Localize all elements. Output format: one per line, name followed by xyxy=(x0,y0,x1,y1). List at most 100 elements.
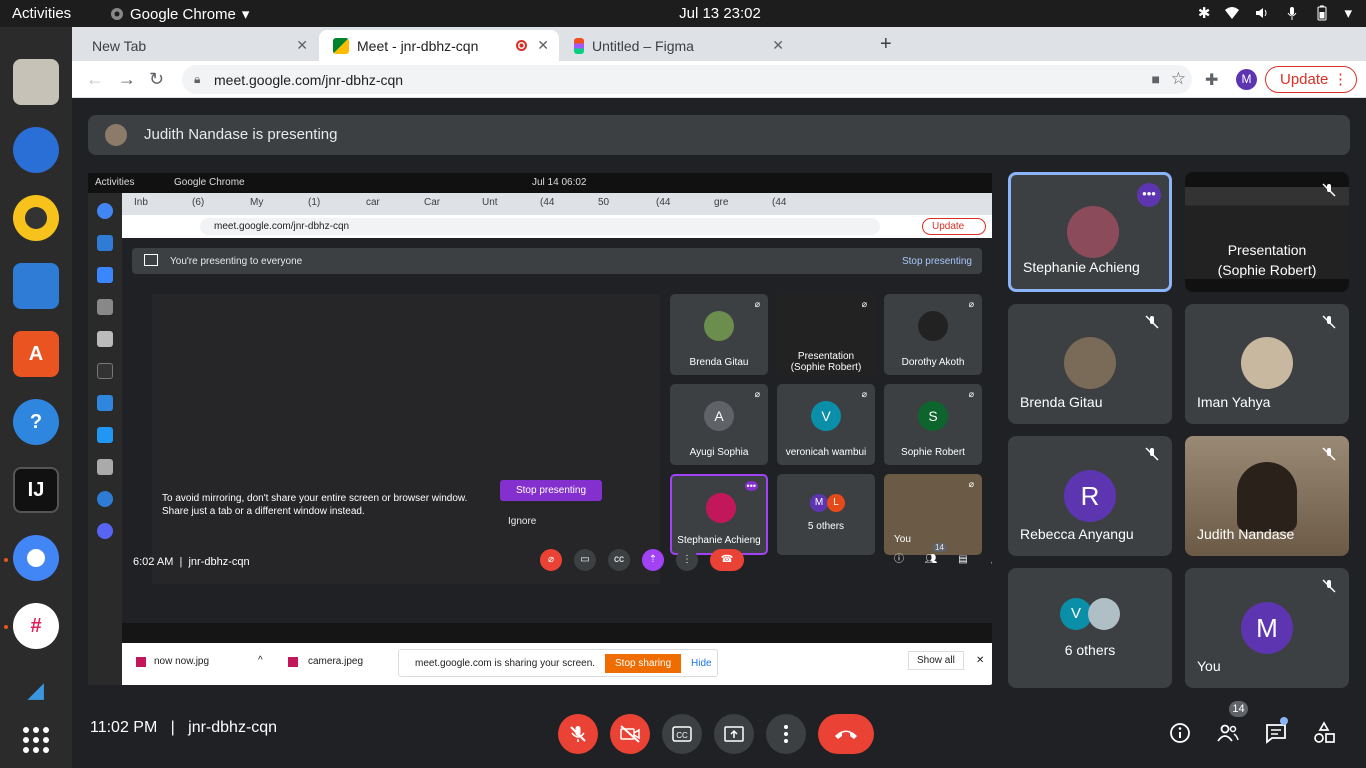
participant-tile[interactable]: M You xyxy=(1185,568,1349,688)
shared-tile: ⌀ Presentation (Sophie Robert) xyxy=(777,294,875,375)
extension-tray-icon[interactable]: ✱ xyxy=(1198,4,1211,22)
close-icon[interactable]: ✕ xyxy=(296,37,308,54)
shared-tile: ⌀ Brenda Gitau xyxy=(670,294,768,375)
star-icon[interactable]: ☆ xyxy=(1171,69,1186,89)
writer-icon[interactable] xyxy=(13,263,59,309)
participant-tile[interactable]: Iman Yahya xyxy=(1185,304,1349,424)
shared-tab: car xyxy=(366,197,380,208)
software-icon[interactable]: A xyxy=(13,331,59,377)
profile-avatar[interactable]: M xyxy=(1236,69,1257,90)
present-now-button[interactable] xyxy=(714,714,754,754)
shared-address-bar: meet.google.com/jnr-dbhz-cqn xyxy=(200,218,880,235)
participant-tile[interactable]: Presentation (Sophie Robert) xyxy=(1185,172,1349,292)
shared-tab: Inb xyxy=(134,197,148,208)
close-icon[interactable]: ✕ xyxy=(772,37,784,54)
meet-page: Judith Nandase is presenting Activities … xyxy=(72,99,1366,768)
more-options-button[interactable] xyxy=(766,714,806,754)
tab-meet[interactable]: Meet - jnr-dbhz-cqn ✕ xyxy=(319,30,559,61)
mic-off-icon: ⌀ xyxy=(754,389,760,399)
activities-button[interactable]: Activities xyxy=(12,5,71,22)
address-bar[interactable]: 🔒︎ meet.google.com/jnr-dbhz-cqn ■ ☆ xyxy=(182,65,1192,94)
shared-toolbar: meet.google.com/jnr-dbhz-cqn Update xyxy=(122,215,992,238)
camera-toggle-button[interactable] xyxy=(610,714,650,754)
new-tab-button[interactable]: + xyxy=(880,33,892,56)
shared-tab: (6) xyxy=(192,197,205,208)
shared-dock-icon xyxy=(97,235,113,251)
mirror-warning-line: To avoid mirroring, don't share your ent… xyxy=(162,493,468,504)
url-text: meet.google.com/jnr-dbhz-cqn xyxy=(214,72,404,88)
participant-tile[interactable]: Judith Nandase xyxy=(1185,436,1349,556)
activities-icon[interactable] xyxy=(1312,721,1336,745)
lock-icon: 🔒︎ xyxy=(194,72,201,86)
clock[interactable]: Jul 13 23:02 xyxy=(679,5,761,22)
chevron-up-icon: ^ xyxy=(258,655,263,666)
reload-icon[interactable]: ↻ xyxy=(149,69,164,90)
people-icon[interactable] xyxy=(1216,721,1240,745)
show-all-button: Show all xyxy=(908,651,964,670)
participant-tile[interactable]: V 6 others xyxy=(1008,568,1172,688)
shared-ignore-button: Ignore xyxy=(508,516,537,527)
tab-figma[interactable]: Untitled – Figma ✕ xyxy=(560,30,794,61)
app-menu[interactable]: Google Chrome ▾ xyxy=(110,5,249,23)
microphone-toggle-button[interactable] xyxy=(558,714,598,754)
tab-new-tab[interactable]: New Tab ✕ xyxy=(72,30,318,61)
system-tray[interactable]: ✱ ▾ xyxy=(1198,4,1352,22)
leave-call-button[interactable] xyxy=(818,714,874,754)
participant-tile[interactable]: Brenda Gitau xyxy=(1008,304,1172,424)
shared-tab: 50 xyxy=(598,197,610,208)
more-vert-icon xyxy=(784,725,788,743)
chat-notification-dot xyxy=(1280,717,1288,725)
shared-tab: (44 xyxy=(772,197,787,208)
extensions-puzzle-icon[interactable]: ✚ xyxy=(1205,70,1218,90)
shared-participant-count: 14 xyxy=(932,543,947,552)
participant-tile[interactable]: ••• Stephanie Achieng xyxy=(1008,172,1172,292)
intellij-icon[interactable]: IJ xyxy=(13,467,59,513)
shared-clock: Jul 14 06:02 xyxy=(532,177,587,188)
slack-icon[interactable]: # xyxy=(13,603,59,649)
app-name: Google Chrome xyxy=(130,5,236,23)
more-vert-icon: ⋮ xyxy=(676,549,698,571)
mic-off-icon: ⌀ xyxy=(540,549,562,571)
rhythmbox-icon[interactable] xyxy=(13,195,59,241)
apps-grid-icon[interactable] xyxy=(13,717,59,763)
shared-tile-name: Brenda Gitau xyxy=(689,357,749,368)
help-icon[interactable]: ? xyxy=(13,399,59,445)
camera-icon[interactable]: ■ xyxy=(1152,71,1160,87)
update-button[interactable]: Update ⋮ xyxy=(1265,66,1357,93)
forward-arrow-icon[interactable]: → xyxy=(118,69,136,90)
shared-tile-avatar: A xyxy=(704,401,734,431)
shared-tile-name: Sophie Robert xyxy=(901,447,965,458)
mic-off-icon xyxy=(1322,183,1336,197)
info-icon[interactable] xyxy=(1168,721,1192,745)
close-icon[interactable]: ✕ xyxy=(537,37,549,54)
files-icon[interactable] xyxy=(13,59,59,105)
shared-tile-avatar xyxy=(706,493,736,523)
chrome-icon[interactable] xyxy=(13,535,59,581)
shared-screen[interactable]: Activities Google Chrome Jul 14 06:02 In… xyxy=(88,173,992,685)
participant-name: Iman Yahya xyxy=(1197,394,1271,410)
participant-avatar: R xyxy=(1064,470,1116,522)
vscode-icon[interactable]: ◢ xyxy=(13,667,59,713)
meeting-controls: 11:02 PM | jnr-dbhz-cqn CC 14 xyxy=(72,701,1366,768)
captions-icon: cc xyxy=(608,549,630,571)
captions-button[interactable]: CC xyxy=(662,714,702,754)
mic-off-icon xyxy=(1322,315,1336,329)
close-icon: ✕ xyxy=(976,655,985,666)
participant-name: Presentation (Sophie Robert) xyxy=(1217,242,1317,278)
shared-stop-presenting-link: Stop presenting xyxy=(901,256,972,267)
thunderbird-icon[interactable] xyxy=(13,127,59,173)
shared-dock-icon xyxy=(97,267,113,283)
shared-meeting-info: 6:02 AM | jnr-dbhz-cqn xyxy=(133,556,250,568)
participant-tile[interactable]: R Rebecca Anyangu xyxy=(1008,436,1172,556)
shared-tile: V ⌀ veronicah wambui xyxy=(777,384,875,465)
svg-text:CC: CC xyxy=(676,731,688,740)
shared-tile-name: Presentation (Sophie Robert) xyxy=(790,351,862,373)
shared-activities: Activities xyxy=(95,177,135,188)
battery-icon xyxy=(1317,5,1327,21)
volume-icon xyxy=(1256,8,1267,18)
shared-tab: My xyxy=(250,197,264,208)
back-arrow-icon[interactable]: ← xyxy=(86,69,104,90)
more-horiz-icon[interactable]: ••• xyxy=(1137,183,1161,207)
mirror-warning: To avoid mirroring, don't share your ent… xyxy=(162,492,467,518)
shared-app-name: Google Chrome xyxy=(174,177,245,188)
